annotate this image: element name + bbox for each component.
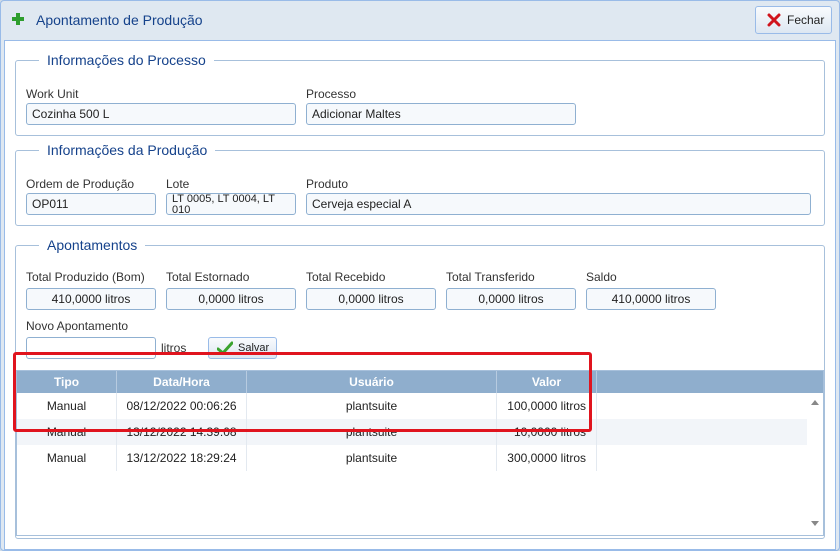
plus-icon [12, 13, 24, 25]
novo-apontamento-input[interactable] [26, 337, 156, 359]
scroll-down-icon[interactable] [811, 521, 819, 526]
novo-apontamento-label: Novo Apontamento [26, 319, 129, 333]
lote-label: Lote [166, 177, 190, 191]
table-row[interactable]: Manual 13/12/2022 18:29:24 plantsuite 30… [17, 445, 807, 471]
close-button-label: Fechar [787, 13, 825, 27]
produto-field: Cerveja especial A [306, 193, 811, 215]
cell-usuario: plantsuite [247, 419, 497, 445]
cell-data-hora: 08/12/2022 00:06:26 [117, 393, 247, 419]
save-button[interactable]: Salvar [208, 337, 277, 359]
dialog-body: Informações do Processo Work Unit Cozinh… [4, 40, 836, 550]
total-estornado-field: 0,0000 litros [166, 288, 296, 310]
save-button-label: Salvar [238, 342, 270, 354]
dialog-title: Apontamento de Produção [36, 12, 203, 28]
column-header-data-hora[interactable]: Data/Hora [117, 371, 247, 393]
cell-tipo: Manual [17, 445, 117, 471]
work-unit-label: Work Unit [26, 87, 79, 101]
total-transferido-label: Total Transferido [446, 270, 535, 284]
apontamentos-legend: Apontamentos [39, 237, 146, 253]
cell-valor: 10,0000 litros [497, 419, 597, 445]
close-icon [767, 13, 781, 27]
saldo-field: 410,0000 litros [586, 288, 716, 310]
production-info-fieldset: Informações da Produção Ordem de Produçã… [15, 142, 825, 226]
grid-header: Tipo Data/Hora Usuário Valor [17, 371, 823, 393]
apontamentos-grid: Tipo Data/Hora Usuário Valor Manual 08/1… [16, 370, 824, 536]
total-recebido-field: 0,0000 litros [306, 288, 436, 310]
close-button[interactable]: Fechar [755, 6, 832, 34]
total-recebido-label: Total Recebido [306, 270, 386, 284]
cell-data-hora: 13/12/2022 18:29:24 [117, 445, 247, 471]
scroll-up-icon[interactable] [811, 400, 819, 405]
production-dialog: Apontamento de Produção Fechar Informaçõ… [0, 0, 840, 551]
total-transferido-field: 0,0000 litros [446, 288, 576, 310]
processo-field: Adicionar Maltes [306, 103, 576, 125]
table-row[interactable]: Manual 08/12/2022 00:06:26 plantsuite 10… [17, 393, 807, 419]
ordem-field: OP011 [26, 193, 156, 215]
total-estornado-label: Total Estornado [166, 270, 250, 284]
column-header-valor[interactable]: Valor [497, 371, 597, 393]
table-row[interactable]: Manual 13/12/2022 14:39:08 plantsuite 10… [17, 419, 807, 445]
lote-field: LT 0005, LT 0004, LT 010 [166, 193, 296, 215]
processo-label: Processo [306, 87, 357, 101]
process-info-fieldset: Informações do Processo Work Unit Cozinh… [15, 52, 825, 136]
cell-valor: 100,0000 litros [497, 393, 597, 419]
ordem-label: Ordem de Produção [26, 177, 135, 191]
title-bar: Apontamento de Produção Fechar [1, 1, 839, 39]
work-unit-field: Cozinha 500 L [26, 103, 296, 125]
check-icon [217, 341, 233, 355]
cell-usuario: plantsuite [247, 393, 497, 419]
process-info-legend: Informações do Processo [39, 52, 214, 68]
cell-usuario: plantsuite [247, 445, 497, 471]
total-produzido-label: Total Produzido (Bom) [26, 270, 145, 284]
vertical-scrollbar[interactable] [807, 393, 823, 535]
cell-tipo: Manual [17, 419, 117, 445]
production-info-legend: Informações da Produção [39, 142, 216, 158]
cell-tipo: Manual [17, 393, 117, 419]
column-header-usuario[interactable]: Usuário [247, 371, 497, 393]
cell-data-hora: 13/12/2022 14:39:08 [117, 419, 247, 445]
unit-label: litros [161, 341, 187, 355]
total-produzido-field: 410,0000 litros [26, 288, 156, 310]
cell-valor: 300,0000 litros [497, 445, 597, 471]
saldo-label: Saldo [586, 270, 617, 284]
column-header-tipo[interactable]: Tipo [17, 371, 117, 393]
produto-label: Produto [306, 177, 349, 191]
